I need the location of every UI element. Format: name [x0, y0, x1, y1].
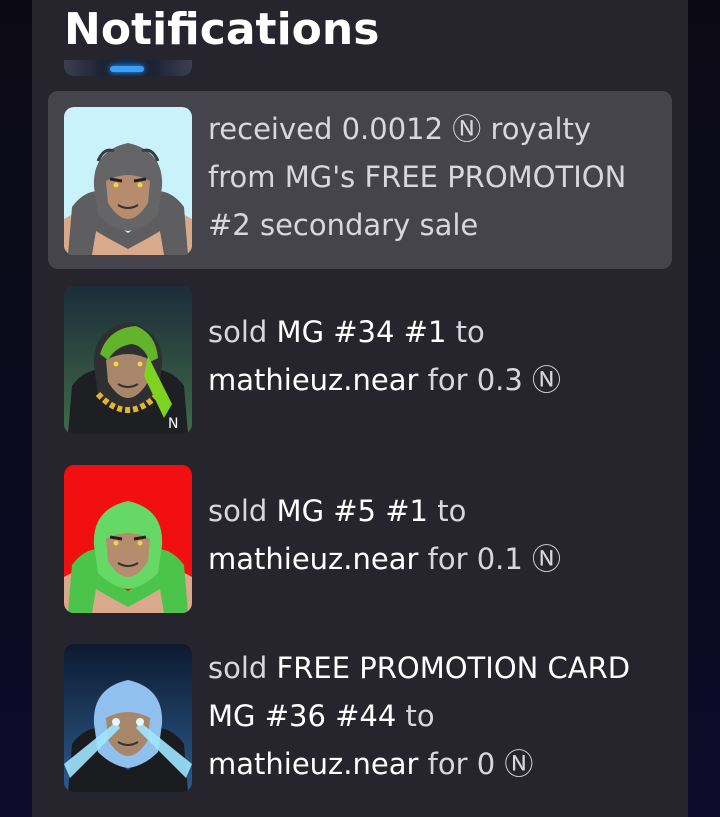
notifications-panel: Notifications received 0.0012 Ⓝ royalty …	[32, 0, 688, 817]
notification-mid: to	[446, 315, 485, 349]
notification-verb: sold	[208, 315, 277, 349]
notification-item-sale[interactable]: sold FREE PROMOTION CARD MG #36 #44 to m…	[48, 644, 672, 792]
notification-price: for 0 Ⓝ	[418, 747, 534, 781]
notification-mid: to	[427, 494, 467, 528]
nft-thumbnail[interactable]	[64, 644, 192, 792]
buyer-link[interactable]: mathieuz.near	[208, 363, 418, 397]
notification-text: sold MG #34 #1 to mathieuz.near for 0.3 …	[208, 308, 658, 404]
nft-thumbnail[interactable]	[64, 107, 192, 255]
notification-item-sale[interactable]: sold MG #5 #1 to mathieuz.near for 0.1 Ⓝ	[48, 465, 672, 613]
thumbnail-glow	[110, 66, 144, 72]
nft-thumbnail[interactable]	[64, 465, 192, 613]
nft-name-link[interactable]: MG #5 #1	[277, 494, 428, 528]
notification-text: sold MG #5 #1 to mathieuz.near for 0.1 Ⓝ	[208, 487, 658, 583]
notification-mid: to	[396, 699, 435, 733]
page-title: Notifications	[64, 4, 380, 55]
nft-thumbnail[interactable]: N	[64, 286, 192, 434]
notification-text: received 0.0012 Ⓝ royalty from MG's FREE…	[208, 105, 658, 249]
notification-price: for 0.1 Ⓝ	[418, 542, 562, 576]
buyer-link[interactable]: mathieuz.near	[208, 747, 418, 781]
buyer-link[interactable]: mathieuz.near	[208, 542, 418, 576]
previous-notification-thumbnail[interactable]	[64, 60, 192, 76]
notification-verb: sold	[208, 494, 277, 528]
near-badge: N	[168, 416, 178, 432]
notification-item-royalty[interactable]: received 0.0012 Ⓝ royalty from MG's FREE…	[48, 91, 672, 269]
notification-verb: sold	[208, 651, 277, 685]
notification-item-sale[interactable]: N sold MG #34 #1 to mathieuz.near for 0.…	[48, 286, 672, 434]
notification-price: for 0.3 Ⓝ	[418, 363, 562, 397]
notification-text: sold FREE PROMOTION CARD MG #36 #44 to m…	[208, 644, 658, 788]
notification-message: received 0.0012 Ⓝ royalty from MG's FREE…	[208, 112, 627, 242]
nft-name-link[interactable]: MG #34 #1	[277, 315, 447, 349]
